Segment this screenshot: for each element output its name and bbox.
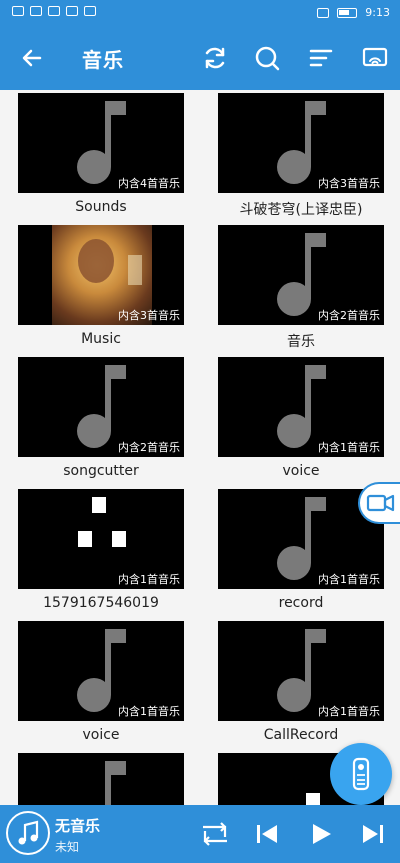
image-thumbnail	[112, 531, 126, 547]
status-bar: 9:13	[0, 0, 400, 26]
video-icon	[366, 494, 395, 512]
folder-tile[interactable]: 内含1首音乐 voice	[218, 357, 384, 479]
folder-thumbnail	[18, 753, 184, 805]
cast-icon[interactable]	[361, 44, 389, 72]
folder-tile[interactable]: 内含1首音乐 voice	[18, 621, 184, 743]
song-count: 内含3首音乐	[318, 177, 380, 190]
music-note-icon	[18, 820, 39, 845]
folder-thumbnail: 内含1首音乐	[18, 489, 184, 589]
folder-grid: 内含4首音乐 Sounds 内含3首音乐 斗破苍穹(上译忠臣) 内含3首音乐 M…	[0, 90, 400, 805]
mini-player: 无音乐 未知	[0, 805, 400, 863]
folder-tile[interactable]: 内含1首音乐 CallRecord	[218, 621, 384, 743]
app-bar: 音乐	[0, 26, 400, 90]
wifi-icon	[48, 6, 60, 16]
status-icons-right: 9:13	[317, 6, 390, 19]
folder-name: 斗破苍穹(上译忠臣)	[239, 202, 363, 218]
folder-name: record	[278, 595, 324, 611]
player-artist: 未知	[55, 840, 80, 854]
player-cover[interactable]	[6, 811, 50, 855]
notification-icon	[12, 6, 24, 16]
folder-name: Sounds	[75, 199, 127, 215]
folder-thumbnail: 内含3首音乐	[218, 93, 384, 193]
music-note-icon	[277, 629, 326, 712]
eye-icon	[66, 6, 78, 16]
music-note-icon	[77, 629, 126, 712]
next-icon[interactable]	[360, 821, 386, 847]
signal-icon	[30, 6, 42, 16]
image-thumbnail	[78, 531, 92, 547]
song-count: 内含1首音乐	[318, 573, 380, 586]
back-arrow-icon[interactable]	[18, 44, 46, 72]
song-count: 内含4首音乐	[118, 177, 180, 190]
nfc-icon	[84, 6, 96, 16]
song-count: 内含2首音乐	[318, 309, 380, 322]
refresh-icon[interactable]	[201, 44, 229, 72]
status-icons-left	[12, 6, 96, 16]
folder-thumbnail: 内含4首音乐	[18, 93, 184, 193]
folder-tile[interactable]: 内含2首音乐 音乐	[218, 225, 384, 351]
page-title: 音乐	[82, 48, 124, 72]
song-count: 内含1首音乐	[118, 705, 180, 718]
repeat-icon[interactable]	[199, 821, 231, 847]
folder-tile[interactable]: 内含3首音乐 Music	[18, 225, 184, 347]
music-note-icon	[277, 101, 326, 184]
previous-icon[interactable]	[254, 821, 280, 847]
music-note-icon	[77, 365, 126, 448]
folder-thumbnail: 内含3首音乐	[18, 225, 184, 325]
bluetooth-icon	[317, 7, 330, 18]
song-count: 内含1首音乐	[318, 441, 380, 454]
folder-name: Music	[81, 331, 121, 347]
remote-icon	[352, 757, 370, 791]
music-note-icon	[277, 365, 326, 448]
player-title: 无音乐	[55, 817, 101, 835]
folder-tile[interactable]: 内含4首音乐 Sounds	[18, 93, 184, 215]
folder-name: 音乐	[287, 334, 315, 350]
folder-thumbnail: 内含2首音乐	[218, 225, 384, 325]
image-thumbnail	[92, 497, 106, 513]
song-count: 内含2首音乐	[118, 441, 180, 454]
folder-thumbnail: 内含2首音乐	[18, 357, 184, 457]
folder-name: CallRecord	[263, 727, 339, 743]
music-note-icon	[105, 761, 126, 805]
folder-tile[interactable]: 内含2首音乐 songcutter	[18, 357, 184, 479]
folder-tile[interactable]: 内含1首音乐 1579167546019	[18, 489, 184, 611]
song-count: 内含1首音乐	[318, 705, 380, 718]
song-count: 内含1首音乐	[118, 573, 180, 586]
video-float-button[interactable]	[358, 482, 400, 524]
music-note-icon	[277, 233, 326, 316]
song-count: 内含3首音乐	[118, 309, 180, 322]
folder-name: voice	[282, 463, 320, 479]
sort-icon[interactable]	[307, 44, 335, 72]
status-time: 9:13	[365, 6, 390, 19]
folder-name: voice	[82, 727, 120, 743]
remote-float-button[interactable]	[330, 743, 392, 805]
folder-name: 1579167546019	[43, 595, 159, 611]
folder-name: songcutter	[63, 463, 139, 479]
folder-tile[interactable]	[18, 753, 184, 805]
music-note-icon	[277, 497, 326, 580]
search-icon[interactable]	[253, 44, 281, 72]
folder-tile[interactable]: 内含3首音乐 斗破苍穹(上译忠臣)	[218, 93, 384, 219]
image-thumbnail	[306, 793, 320, 805]
folder-thumbnail: 内含1首音乐	[18, 621, 184, 721]
battery-icon	[337, 7, 358, 18]
folder-thumbnail: 内含1首音乐	[218, 621, 384, 721]
play-icon[interactable]	[308, 821, 334, 847]
music-note-icon	[77, 101, 126, 184]
folder-thumbnail: 内含1首音乐	[218, 357, 384, 457]
